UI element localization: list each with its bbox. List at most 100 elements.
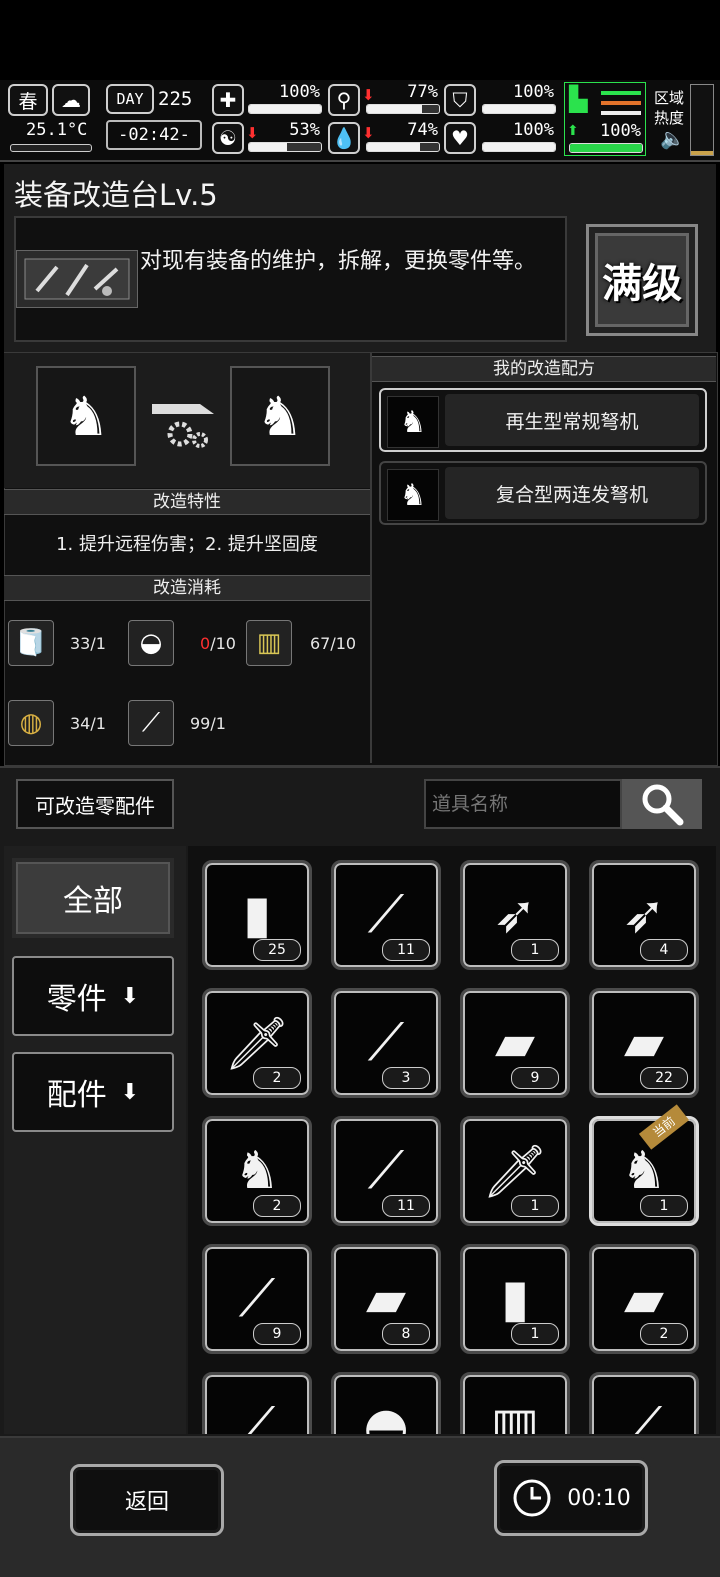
inventory-slot[interactable]: ⟋ (202, 1372, 312, 1434)
inventory-slot[interactable]: ⟋ 9 (202, 1244, 312, 1354)
vest-icon: ▥ (490, 1397, 540, 1434)
water-bar (366, 142, 440, 152)
inventory-slot[interactable]: ▰ 9 (460, 988, 570, 1098)
leather-icon[interactable]: ◒ (128, 620, 174, 666)
armor-value: 100% (513, 82, 554, 102)
cost-3-amount: 67/10 (310, 634, 357, 653)
mind-value: 53% (289, 120, 320, 140)
item-count-badge: 1 (511, 939, 559, 961)
screwdriver-icon[interactable]: ⟋ (128, 700, 174, 746)
item-grid: ▮ 25 ⟋ 11 ➶ 1 ➶ 4 🗡 2 ⟋ 3 ▰ 9 ▰ 22 ♞ 2 ⟋ 11 🗡 1 ♞ 1 当前 ⟋ 9 ▰ 8 ▮ 1 ▰ 2 ⟋ ◓… (188, 846, 716, 1434)
zone-heat-label: 区域热度 (654, 89, 685, 127)
recipe-label: 复合型两连发弩机 (445, 467, 699, 519)
stamina-bar (569, 143, 643, 153)
cost-2-amount: 0/10 (200, 634, 236, 653)
stamina-bar-fill (570, 144, 642, 152)
wood-plank-icon[interactable]: ▥ (246, 620, 292, 666)
armor-icon: ⛉ (444, 84, 476, 116)
temperature-value: 25.1°C (26, 120, 88, 140)
zone-heat-gauge (690, 84, 714, 156)
inventory-slot[interactable]: ▮ 1 (460, 1244, 570, 1354)
rod-part-icon: ⟋ (238, 1396, 276, 1435)
medkit-icon: ✚ (212, 84, 244, 116)
day-badge: DAY (106, 84, 154, 114)
search-button[interactable] (622, 779, 702, 829)
speaker-icon[interactable]: 🔈 (660, 126, 685, 150)
long-tube-icon: ▰ (624, 1013, 664, 1073)
inventory-slot[interactable]: ▥ (460, 1372, 570, 1434)
rope-spool-icon[interactable]: ◍ (8, 700, 54, 746)
item-count-badge: 11 (382, 1195, 430, 1217)
max-level-badge: 满级 (586, 224, 698, 336)
timer-button[interactable]: 00:10 (494, 1460, 648, 1536)
armor-bar-fill (483, 105, 555, 113)
inventory-slot[interactable]: ⟋ 11 (331, 1116, 441, 1226)
back-button[interactable]: 返回 (70, 1464, 224, 1536)
recipe-label: 再生型常规弩机 (445, 394, 699, 446)
workbench-image (16, 250, 138, 308)
inventory-slot[interactable]: 🗡 1 (460, 1116, 570, 1226)
inventory-slot[interactable]: ▰ 22 (589, 988, 699, 1098)
brain-icon: ☯ (212, 122, 244, 154)
category-label: 配件 (46, 1078, 107, 1113)
cost-1-amount: 33/1 (70, 634, 106, 653)
cloth-roll-icon[interactable]: 🧻 (8, 620, 54, 666)
inventory-slot[interactable]: ♞ 1 当前 (589, 1104, 699, 1226)
transform-arrow-icon (152, 392, 218, 452)
hunger-value: 77% (407, 82, 438, 102)
hunger-bar (366, 104, 440, 114)
double-crossbow-trigger-icon: ♞ (387, 469, 439, 521)
crossbow-trigger-icon: ♞ (255, 384, 305, 448)
inventory-slot[interactable]: ▮ 25 (202, 860, 312, 970)
cost-5-amount: 99/1 (190, 714, 226, 733)
expand-arrow-icon: ⬇ (120, 1079, 140, 1105)
stomach-icon: ⚲ (328, 84, 360, 116)
inventory-slot[interactable]: ⟋ 3 (331, 988, 441, 1098)
category-parts[interactable]: 零件 ⬇ (12, 956, 174, 1036)
recipe-item-2[interactable]: ♞ 复合型两连发弩机 (379, 461, 707, 525)
category-accessories[interactable]: 配件 ⬇ (12, 1052, 174, 1132)
modifiable-parts-button[interactable]: 可改造零配件 (16, 779, 174, 829)
inventory-slot[interactable]: ♞ 2 (202, 1116, 312, 1226)
source-part-slot[interactable]: ♞ (36, 366, 136, 466)
spearhead-icon: ➶ (493, 885, 537, 945)
wrapped-grip-icon: ▮ (242, 885, 272, 945)
station-description: 对现有装备的维护，拆解，更换零件等。 (140, 249, 537, 274)
result-part-slot[interactable]: ♞ (230, 366, 330, 466)
water-bar-fill (367, 143, 421, 151)
search-icon (642, 784, 684, 826)
inventory-slot[interactable]: ▰ 2 (589, 1244, 699, 1354)
sword-blade-icon: 🗡 (481, 1141, 548, 1202)
category-all[interactable]: 全部 (12, 858, 174, 938)
cost-header: 改造消耗 (4, 575, 370, 601)
item-count-badge: 1 (511, 1195, 559, 1217)
health-value: 100% (279, 82, 320, 102)
heart-bar (482, 142, 556, 152)
item-count-badge: 9 (253, 1323, 301, 1345)
timer-value: 00:10 (567, 1485, 631, 1511)
temperature-gauge (10, 144, 92, 152)
station-title: 装备改造台Lv.5 (14, 178, 218, 212)
inventory-slot[interactable]: ⟋ (589, 1372, 699, 1434)
inventory-slot[interactable]: ➶ 4 (589, 860, 699, 970)
recipe-item-1[interactable]: ♞ 再生型常规弩机 (379, 388, 707, 452)
season-label: 春 (18, 90, 38, 113)
inventory-slot[interactable]: 🗡 2 (202, 988, 312, 1098)
inventory-slot[interactable]: ▰ 8 (331, 1244, 441, 1354)
mind-bar-fill (249, 143, 288, 151)
item-count-badge: 8 (382, 1323, 430, 1345)
weather-icon: ☁ (52, 84, 90, 116)
item-search-input[interactable] (424, 779, 622, 829)
mind-bar (248, 142, 322, 152)
recipes-header: 我的改造配方 (372, 356, 716, 382)
item-count-badge: 2 (253, 1195, 301, 1217)
clock-display: -02:42- (106, 120, 202, 150)
inventory-slot[interactable]: ◓ (331, 1372, 441, 1434)
inventory-slot[interactable]: ➶ 1 (460, 860, 570, 970)
category-label: 全部 (63, 884, 123, 919)
heart-value: 100% (513, 120, 554, 140)
item-count-badge: 22 (640, 1067, 688, 1089)
katana-blade-icon: ⟋ (238, 1268, 276, 1329)
health-bar-fill (249, 105, 321, 113)
inventory-slot[interactable]: ⟋ 11 (331, 860, 441, 970)
